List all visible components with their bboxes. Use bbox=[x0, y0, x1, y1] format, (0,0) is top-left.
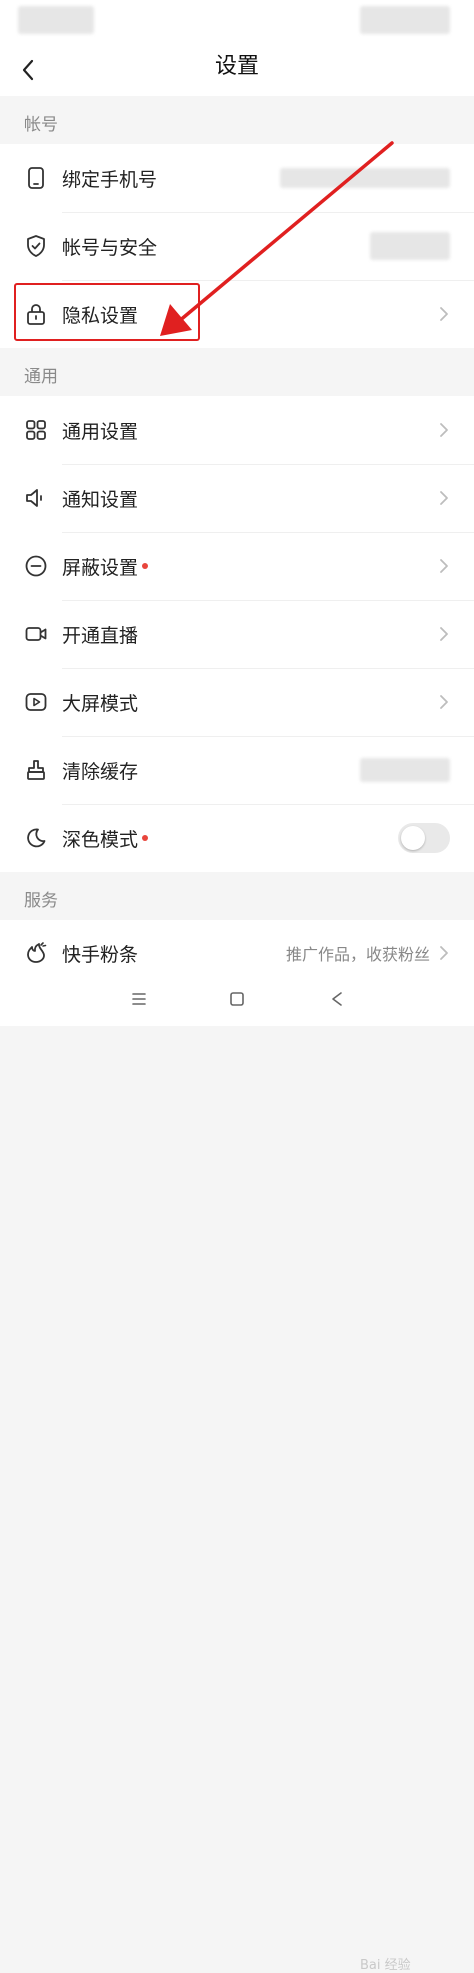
dark-mode-toggle[interactable] bbox=[398, 823, 450, 853]
settings-item-label: 通知设置 bbox=[62, 488, 139, 511]
moon-icon bbox=[27, 828, 46, 848]
chevron-right-icon bbox=[440, 307, 448, 321]
new-badge-dot bbox=[142, 563, 149, 569]
settings-item-label: 帐号与安全 bbox=[62, 236, 158, 259]
grid-icon bbox=[26, 420, 46, 440]
settings-item-account-security[interactable]: 帐号与安全 bbox=[0, 212, 474, 280]
lock-icon bbox=[27, 304, 45, 325]
settings-item-bind-phone[interactable]: 绑定手机号 bbox=[0, 144, 474, 212]
fan-boost-icon bbox=[27, 942, 47, 963]
services-group: 快手粉条 推广作品，收获粉丝 bbox=[0, 920, 474, 970]
top-bar: 设置 bbox=[0, 44, 474, 96]
settings-item-label: 绑定手机号 bbox=[62, 168, 158, 191]
phone-icon bbox=[28, 167, 44, 189]
settings-item-label: 屏蔽设置 bbox=[62, 553, 149, 580]
status-bar-right-blur bbox=[360, 6, 450, 34]
broom-icon bbox=[27, 760, 45, 780]
watermark-text: Bai 经验 bbox=[360, 1958, 411, 1973]
section-label-general: 通用 bbox=[24, 367, 58, 387]
block-icon bbox=[25, 555, 47, 577]
settings-item-value: 推广作品，收获粉丝 bbox=[285, 945, 430, 964]
settings-item-notifications[interactable]: 通知设置 bbox=[0, 464, 474, 532]
chevron-right-icon bbox=[440, 695, 448, 709]
triangle-back-icon bbox=[332, 992, 342, 1006]
settings-item-fan-boost[interactable]: 快手粉条 推广作品，收获粉丝 bbox=[0, 920, 474, 970]
new-badge-dot bbox=[142, 835, 149, 841]
system-nav-bar: Bai 经验 bbox=[0, 970, 474, 1973]
toggle-knob bbox=[401, 826, 425, 850]
home-nav-button[interactable] bbox=[224, 986, 250, 1012]
section-label-services: 服务 bbox=[24, 891, 58, 911]
menu-icon bbox=[132, 993, 146, 1005]
page-title: 设置 bbox=[214, 54, 259, 79]
video-camera-icon bbox=[25, 627, 47, 641]
cache-size-blurred bbox=[360, 758, 450, 782]
back-nav-button[interactable] bbox=[324, 986, 350, 1012]
settings-item-start-live[interactable]: 开通直播 bbox=[0, 600, 474, 668]
settings-item-general[interactable]: 通用设置 bbox=[0, 396, 474, 464]
status-bar-left-blur bbox=[18, 6, 94, 34]
settings-item-label-text: 深色模式 bbox=[62, 828, 139, 851]
settings-item-privacy[interactable]: 隐私设置 bbox=[0, 280, 474, 348]
settings-item-label-text: 屏蔽设置 bbox=[62, 556, 139, 579]
general-group: 通用设置 通知设置 屏蔽设置 开通直播 大屏模式 清除缓存 深色模式 bbox=[0, 396, 474, 872]
security-status-blurred bbox=[370, 232, 450, 260]
settings-item-label: 开通直播 bbox=[62, 624, 139, 647]
speaker-icon bbox=[26, 489, 42, 507]
settings-item-label: 通用设置 bbox=[62, 420, 139, 443]
settings-item-label: 清除缓存 bbox=[62, 760, 139, 783]
settings-item-dark-mode[interactable]: 深色模式 bbox=[0, 804, 474, 872]
square-icon bbox=[230, 992, 244, 1006]
settings-item-clear-cache[interactable]: 清除缓存 bbox=[0, 736, 474, 804]
account-group: 绑定手机号 帐号与安全 隐私设置 bbox=[0, 144, 474, 348]
menu-nav-button[interactable] bbox=[126, 986, 152, 1012]
settings-item-label: 隐私设置 bbox=[62, 304, 139, 327]
settings-item-large-screen[interactable]: 大屏模式 bbox=[0, 668, 474, 736]
section-label-account: 帐号 bbox=[24, 115, 58, 135]
chevron-right-icon bbox=[440, 559, 448, 573]
back-button[interactable] bbox=[10, 52, 46, 88]
settings-item-label: 快手粉条 bbox=[62, 944, 139, 966]
play-screen-icon bbox=[25, 693, 47, 711]
chevron-right-icon bbox=[440, 423, 448, 437]
chevron-left-icon bbox=[22, 59, 34, 81]
settings-item-label: 深色模式 bbox=[62, 825, 149, 852]
shield-icon bbox=[27, 235, 45, 257]
chevron-right-icon bbox=[440, 627, 448, 641]
chevron-right-icon bbox=[440, 946, 448, 960]
phone-number-blurred bbox=[280, 168, 450, 188]
settings-item-label: 大屏模式 bbox=[62, 692, 139, 715]
settings-item-block[interactable]: 屏蔽设置 bbox=[0, 532, 474, 600]
status-bar bbox=[0, 0, 474, 44]
chevron-right-icon bbox=[440, 491, 448, 505]
